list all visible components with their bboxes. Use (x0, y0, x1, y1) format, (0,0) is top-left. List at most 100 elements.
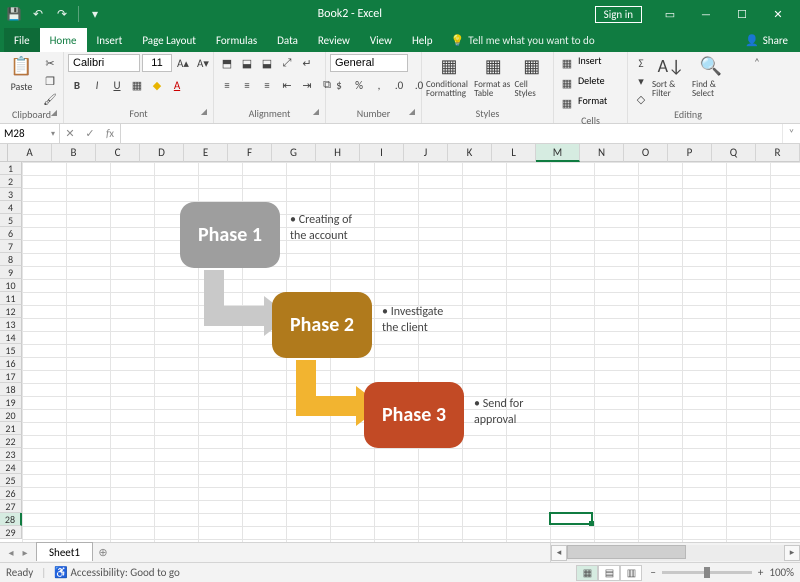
accounting-format-icon[interactable]: $ (330, 76, 348, 94)
row-header[interactable]: 7 (0, 240, 22, 253)
row-header[interactable]: 5 (0, 214, 22, 227)
fill-icon[interactable]: ▾ (632, 72, 650, 90)
delete-cells-icon[interactable]: ▦ (558, 74, 576, 92)
minimize-icon[interactable]: — (688, 4, 724, 24)
zoom-in-icon[interactable]: + (758, 566, 763, 579)
tab-file[interactable]: File (4, 28, 40, 52)
align-top-icon[interactable]: ⬒ (218, 54, 236, 72)
select-all-corner[interactable] (0, 144, 8, 162)
row-header[interactable]: 21 (0, 422, 22, 435)
enter-formula-icon[interactable]: ✓ (80, 127, 100, 140)
increase-indent-icon[interactable]: ⇥ (298, 76, 316, 94)
copy-icon[interactable]: ❐ (41, 72, 59, 90)
font-color-icon[interactable]: A (168, 76, 186, 94)
ribbon-options-icon[interactable]: ▭ (652, 4, 688, 24)
tab-insert[interactable]: Insert (87, 28, 133, 52)
font-name-combo[interactable] (68, 54, 140, 72)
scroll-left-icon[interactable]: ◂ (551, 545, 567, 561)
sheet-tab-sheet1[interactable]: Sheet1 (36, 542, 93, 561)
column-header[interactable]: P (668, 144, 712, 162)
dialog-launcher-icon[interactable]: ◢ (409, 107, 415, 117)
format-painter-icon[interactable]: 🖌 (41, 90, 59, 108)
dialog-launcher-icon[interactable]: ◢ (313, 107, 319, 117)
dialog-launcher-icon[interactable]: ◢ (51, 108, 57, 118)
insert-cells-icon[interactable]: ▦ (558, 54, 576, 72)
align-bottom-icon[interactable]: ⬓ (258, 54, 276, 72)
row-header[interactable]: 3 (0, 188, 22, 201)
column-header[interactable]: Q (712, 144, 756, 162)
row-header[interactable]: 24 (0, 461, 22, 474)
redo-icon[interactable]: ↷ (52, 4, 72, 24)
phase1-box[interactable]: Phase 1 (180, 202, 280, 268)
tab-scroll-first-icon[interactable]: ◂ (4, 546, 18, 559)
row-header[interactable]: 23 (0, 448, 22, 461)
zoom-out-icon[interactable]: − (650, 566, 655, 579)
clear-icon[interactable]: ◇ (632, 90, 650, 108)
horizontal-scrollbar[interactable]: ◂ ▸ (550, 543, 800, 562)
column-header[interactable]: F (228, 144, 272, 162)
underline-icon[interactable]: U (108, 76, 126, 94)
column-header[interactable]: D (140, 144, 184, 162)
page-layout-view-icon[interactable]: ▤ (598, 565, 620, 581)
align-left-icon[interactable]: ≡ (218, 76, 236, 94)
orientation-icon[interactable]: ⤢ (278, 54, 296, 72)
autosum-icon[interactable]: Σ (632, 54, 650, 72)
row-header[interactable]: 1 (0, 162, 22, 175)
row-header[interactable]: 27 (0, 500, 22, 513)
tell-me-search[interactable]: 💡 Tell me what you want to do (443, 28, 603, 52)
maximize-icon[interactable]: ☐ (724, 4, 760, 24)
format-cells-icon[interactable]: ▦ (558, 94, 576, 112)
scroll-right-icon[interactable]: ▸ (784, 545, 800, 561)
formula-bar[interactable] (121, 124, 782, 143)
spreadsheet-grid[interactable]: ABCDEFGHIJKLMNOPQR 123456789101112131415… (0, 144, 800, 542)
tab-help[interactable]: Help (402, 28, 443, 52)
zoom-level[interactable]: 100% (769, 566, 794, 579)
new-sheet-icon[interactable]: ⊕ (93, 543, 113, 562)
fill-color-icon[interactable]: ◆ (148, 76, 166, 94)
row-header[interactable]: 10 (0, 279, 22, 292)
scroll-thumb[interactable] (567, 545, 686, 559)
row-header[interactable]: 29 (0, 526, 22, 539)
column-header[interactable]: R (756, 144, 800, 162)
sign-in-button[interactable]: Sign in (595, 6, 642, 23)
comma-format-icon[interactable]: , (370, 76, 388, 94)
column-header[interactable]: L (492, 144, 536, 162)
collapse-ribbon-icon[interactable]: ˄ (748, 52, 766, 123)
wrap-text-icon[interactable]: ↵ (298, 54, 316, 72)
italic-icon[interactable]: I (88, 76, 106, 94)
row-header[interactable]: 8 (0, 253, 22, 266)
row-header[interactable]: 18 (0, 383, 22, 396)
row-header[interactable]: 26 (0, 487, 22, 500)
phase3-box[interactable]: Phase 3 (364, 382, 464, 448)
tab-formulas[interactable]: Formulas (206, 28, 267, 52)
align-center-icon[interactable]: ≡ (238, 76, 256, 94)
column-header[interactable]: I (360, 144, 404, 162)
row-header[interactable]: 12 (0, 305, 22, 318)
row-header[interactable]: 19 (0, 396, 22, 409)
decrease-indent-icon[interactable]: ⇤ (278, 76, 296, 94)
tab-page-layout[interactable]: Page Layout (132, 28, 206, 52)
zoom-slider[interactable] (662, 571, 752, 574)
column-header[interactable]: M (536, 144, 580, 162)
column-header[interactable]: O (624, 144, 668, 162)
number-format-combo[interactable] (330, 54, 408, 72)
paste-button[interactable]: 📋 Paste (4, 54, 39, 93)
row-header[interactable]: 17 (0, 370, 22, 383)
column-header[interactable]: J (404, 144, 448, 162)
page-break-view-icon[interactable]: ▥ (620, 565, 642, 581)
row-header[interactable]: 22 (0, 435, 22, 448)
row-header[interactable]: 14 (0, 331, 22, 344)
undo-icon[interactable]: ↶ (28, 4, 48, 24)
tab-view[interactable]: View (360, 28, 402, 52)
close-icon[interactable]: ✕ (760, 4, 796, 24)
tab-scroll-last-icon[interactable]: ▸ (18, 546, 32, 559)
fill-handle[interactable] (589, 521, 594, 526)
tab-home[interactable]: Home (40, 28, 87, 52)
percent-format-icon[interactable]: % (350, 76, 368, 94)
column-header[interactable]: N (580, 144, 624, 162)
save-icon[interactable]: 💾 (4, 4, 24, 24)
tab-review[interactable]: Review (308, 28, 360, 52)
borders-icon[interactable]: ▦ (128, 76, 146, 94)
row-header[interactable]: 20 (0, 409, 22, 422)
row-header[interactable]: 25 (0, 474, 22, 487)
